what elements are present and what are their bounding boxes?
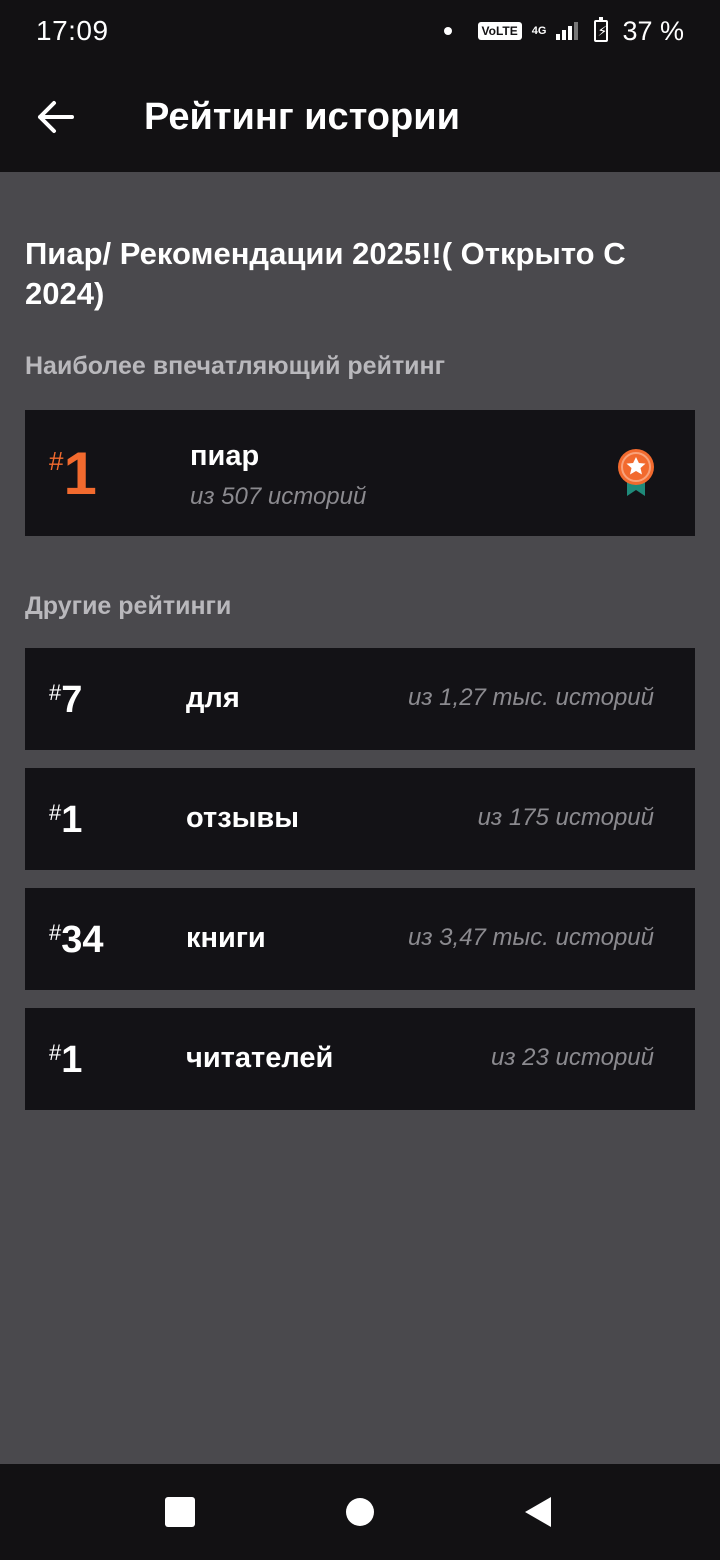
rating-tag: читателей (186, 1042, 334, 1074)
rating-count: из 507 историй (190, 483, 367, 510)
rank-hash: # (49, 920, 62, 945)
volte-icon: VoLTE (477, 22, 522, 40)
rating-tag: пиар (190, 440, 260, 472)
rank-hash: # (49, 800, 62, 825)
rank-hash: # (49, 446, 64, 476)
other-ratings-heading: Другие рейтинги (25, 592, 232, 620)
network-type-label: 4G (531, 25, 547, 37)
square-icon (165, 1497, 195, 1527)
rating-row[interactable]: #1 отзывы из 175 историй (25, 768, 695, 870)
rank-hash: # (49, 1040, 62, 1065)
home-button[interactable] (330, 1482, 390, 1542)
rating-tag: отзывы (186, 802, 299, 834)
best-rating-card[interactable]: #1 пиар из 507 историй (25, 410, 695, 536)
rank: #34 (49, 920, 104, 960)
recent-apps-button[interactable] (150, 1482, 210, 1542)
rating-tag: для (186, 682, 240, 714)
status-bar: 17:09 VoLTE 4G ⚡ 37 % (0, 0, 720, 62)
status-time: 17:09 (36, 15, 109, 46)
rating-count: из 175 историй (477, 804, 654, 831)
rank-number: 1 (63, 440, 97, 507)
battery-icon: ⚡ (594, 17, 609, 42)
rank: #7 (49, 680, 82, 720)
system-back-button[interactable] (508, 1482, 568, 1542)
status-icons: VoLTE 4G ⚡ 37 % (443, 15, 684, 47)
screen: 17:09 VoLTE 4G ⚡ 37 % Рейтинг истории Пи… (0, 0, 720, 1560)
rating-row[interactable]: #7 для из 1,27 тыс. историй (25, 648, 695, 750)
page-title: Рейтинг истории (144, 95, 460, 138)
rating-row[interactable]: #1 читателей из 23 историй (25, 1008, 695, 1110)
rating-count: из 23 историй (491, 1044, 654, 1071)
rank-number: 34 (61, 919, 104, 961)
charging-icon: ⚡ (597, 23, 608, 39)
rating-tag: книги (186, 922, 266, 954)
story-title: Пиар/ Рекомендации 2025!!( Открыто С 202… (25, 236, 626, 311)
rating-row[interactable]: #34 книги из 3,47 тыс. историй (25, 888, 695, 990)
best-rank: #1 (49, 444, 97, 504)
rank: #1 (49, 800, 82, 840)
rank: #1 (49, 1040, 82, 1080)
rank-hash: # (49, 680, 62, 705)
system-nav-bar (0, 1464, 720, 1560)
rank-number: 1 (61, 1039, 83, 1081)
rating-count: из 1,27 тыс. историй (408, 684, 654, 711)
rank-number: 7 (61, 679, 83, 721)
best-rating-heading: Наиболее впечатляющий рейтинг (25, 352, 446, 380)
app-bar: Рейтинг истории (0, 62, 720, 172)
signal-icon (556, 22, 579, 40)
arrow-left-icon (38, 101, 74, 133)
rating-count: из 3,47 тыс. историй (408, 924, 654, 951)
battery-percent: 37 % (622, 15, 684, 46)
notification-dot-icon (443, 27, 452, 35)
rank-number: 1 (61, 799, 83, 841)
best-rating-text: пиар из 507 историй (190, 440, 366, 511)
medal-icon (618, 449, 654, 496)
circle-icon (346, 1498, 374, 1526)
triangle-back-icon (525, 1497, 551, 1527)
back-button[interactable] (16, 77, 96, 157)
